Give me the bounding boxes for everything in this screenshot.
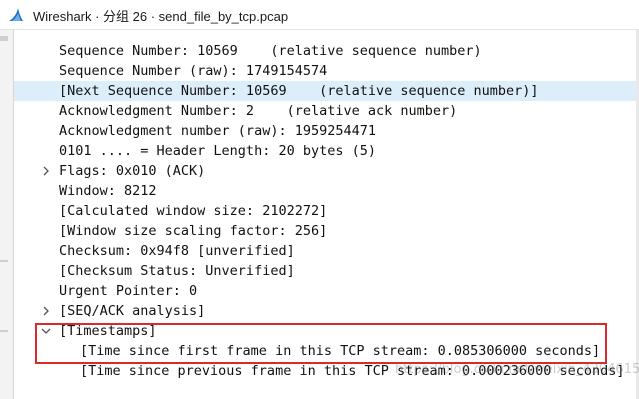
- tree-row-label: [SEQ/ACK analysis]: [59, 303, 206, 319]
- tree-row[interactable]: [Next Sequence Number: 10569 (relative s…: [14, 81, 636, 101]
- tree-row[interactable]: [Timestamps]: [14, 321, 636, 341]
- packet-details-tree: Sequence Number: 10569 (relative sequenc…: [14, 41, 636, 381]
- wireshark-fin-icon: [9, 8, 23, 21]
- tree-row-label: Checksum: 0x94f8 [unverified]: [59, 243, 295, 259]
- tree-row-label: [Next Sequence Number: 10569 (relative s…: [59, 83, 539, 99]
- tree-row[interactable]: Sequence Number (raw): 1749154574: [14, 61, 636, 81]
- tree-row-label: [Calculated window size: 2102272]: [59, 203, 328, 219]
- tree-row[interactable]: 0101 .... = Header Length: 20 bytes (5): [14, 141, 636, 161]
- tree-row[interactable]: [Time since first frame in this TCP stre…: [14, 341, 636, 361]
- tree-row-label: [Time since first frame in this TCP stre…: [80, 343, 601, 359]
- tree-row[interactable]: Flags: 0x010 (ACK): [14, 161, 636, 181]
- tree-row[interactable]: [Window size scaling factor: 256]: [14, 221, 636, 241]
- tree-row-label: Sequence Number: 10569 (relative sequenc…: [59, 43, 482, 59]
- tree-row[interactable]: [Calculated window size: 2102272]: [14, 201, 636, 221]
- tree-row-label: Window: 8212: [59, 183, 157, 199]
- tree-row[interactable]: Acknowledgment number (raw): 1959254471: [14, 121, 636, 141]
- window-title: Wireshark · 分组 26 · send_file_by_tcp.pca…: [33, 9, 289, 24]
- tree-row[interactable]: Window: 8212: [14, 181, 636, 201]
- tree-row-label: [Window size scaling factor: 256]: [59, 223, 328, 239]
- tree-row[interactable]: Acknowledgment Number: 2 (relative ack n…: [14, 101, 636, 121]
- tree-row-label: Sequence Number (raw): 1749154574: [59, 63, 328, 79]
- chevron-right-icon[interactable]: [41, 306, 51, 316]
- tree-row-label: Flags: 0x010 (ACK): [59, 163, 206, 179]
- tree-row[interactable]: [Checksum Status: Unverified]: [14, 261, 636, 281]
- packet-list-edge[interactable]: [0, 30, 14, 399]
- tree-row[interactable]: Checksum: 0x94f8 [unverified]: [14, 241, 636, 261]
- tree-row-label: Urgent Pointer: 0: [59, 283, 198, 299]
- tree-row[interactable]: [SEQ/ACK analysis]: [14, 301, 636, 321]
- tree-row[interactable]: Urgent Pointer: 0: [14, 281, 636, 301]
- tree-row[interactable]: Sequence Number: 10569 (relative sequenc…: [14, 41, 636, 61]
- tree-row-label: Acknowledgment Number: 2 (relative ack n…: [59, 103, 458, 119]
- watermark-text: https://blog.csdn.net/weixin_43046159: [395, 362, 639, 377]
- title-bar: Wireshark · 分组 26 · send_file_by_tcp.pca…: [0, 0, 639, 30]
- chevron-right-icon[interactable]: [41, 166, 51, 176]
- tree-row-label: Acknowledgment number (raw): 1959254471: [59, 123, 376, 139]
- chevron-down-icon[interactable]: [41, 326, 51, 336]
- tree-row-label: 0101 .... = Header Length: 20 bytes (5): [59, 143, 376, 159]
- tree-row-label: [Checksum Status: Unverified]: [59, 263, 295, 279]
- tree-row-label: [Timestamps]: [59, 323, 157, 339]
